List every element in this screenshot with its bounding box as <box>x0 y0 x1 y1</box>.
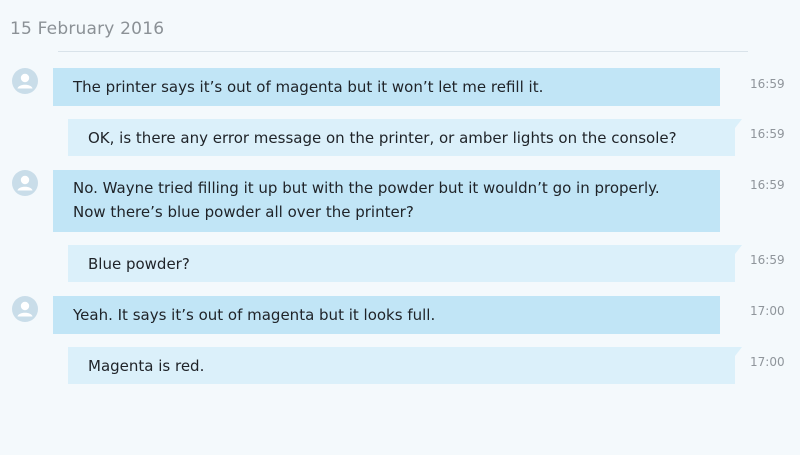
message-timestamp: 16:59 <box>750 127 785 141</box>
message-timestamp: 17:00 <box>750 355 785 369</box>
message-bubble-incoming[interactable]: The printer says it’s out of magenta but… <box>53 68 720 106</box>
message-timestamp: 16:59 <box>750 77 785 91</box>
message-bubble-outgoing[interactable]: Blue powder? <box>68 245 742 282</box>
message-bubble-outgoing[interactable]: OK, is there any error message on the pr… <box>68 119 742 156</box>
message-timestamp: 17:00 <box>750 304 785 318</box>
message-text: Yeah. It says it’s out of magenta but it… <box>73 306 436 324</box>
message-timestamp: 16:59 <box>750 178 785 192</box>
message-bubble-outgoing[interactable]: Magenta is red. <box>68 347 742 384</box>
message-text: No. Wayne tried filling it up but with t… <box>73 179 660 197</box>
message-text: OK, is there any error message on the pr… <box>88 129 677 147</box>
sender-avatar[interactable] <box>12 170 38 196</box>
person-icon <box>17 73 33 89</box>
message-timestamp: 16:59 <box>750 253 785 267</box>
person-icon <box>17 175 33 191</box>
sender-avatar[interactable] <box>12 68 38 94</box>
date-divider <box>58 51 748 52</box>
message-text: Magenta is red. <box>88 357 205 375</box>
message-text: Now there’s blue powder all over the pri… <box>73 203 414 221</box>
sender-avatar[interactable] <box>12 296 38 322</box>
message-bubble-incoming[interactable]: Yeah. It says it’s out of magenta but it… <box>53 296 720 334</box>
message-text: Blue powder? <box>88 255 190 273</box>
message-text: The printer says it’s out of magenta but… <box>73 78 544 96</box>
person-icon <box>17 301 33 317</box>
message-bubble-incoming[interactable]: No. Wayne tried filling it up but with t… <box>53 170 720 232</box>
date-header: 15 February 2016 <box>10 19 165 39</box>
